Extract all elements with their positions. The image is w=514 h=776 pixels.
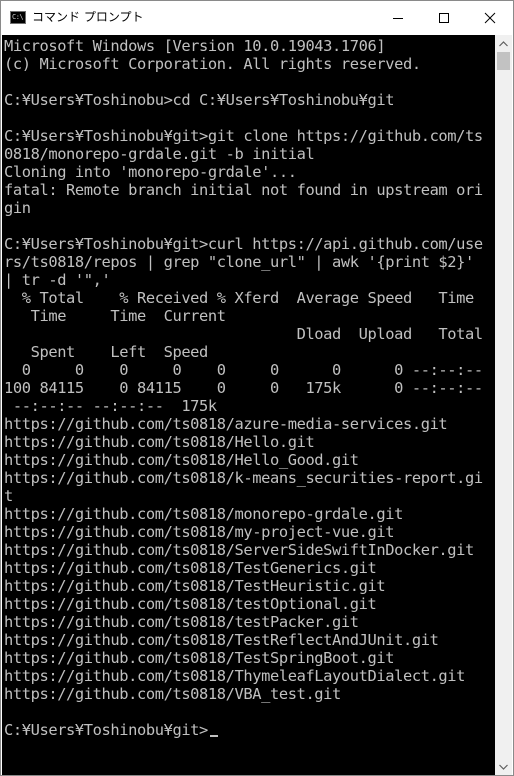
close-button[interactable] [467, 1, 513, 34]
scroll-up-arrow-icon [499, 40, 508, 46]
vertical-scrollbar[interactable] [495, 35, 512, 775]
console-line: --:--:-- --:--:-- 175k [4, 397, 217, 415]
console-line: C:¥Users¥Toshinobu¥git>curl https://api.… [4, 235, 483, 253]
console-line: https://github.com/ts0818/monorepo-grdal… [4, 505, 403, 523]
console-line: 0 0 0 0 0 0 0 0 --:--:-- [4, 361, 483, 379]
console-line: C:¥Users¥Toshinobu¥git> [4, 721, 208, 739]
scroll-up-button[interactable] [495, 35, 512, 52]
console-line: (c) Microsoft Corporation. All rights re… [4, 55, 421, 73]
console-line: Dload Upload Total [4, 325, 484, 343]
maximize-button[interactable] [421, 1, 467, 34]
minimize-button[interactable] [375, 1, 421, 34]
console-line: fatal: Remote branch initial not found i… [4, 181, 483, 199]
text-cursor [209, 735, 218, 737]
console-line: https://github.com/ts0818/ThymeleafLayou… [4, 667, 466, 685]
console-line: t [4, 487, 13, 505]
console-line: https://github.com/ts0818/testPacker.git [4, 613, 359, 631]
console-line: https://github.com/ts0818/TestHeuristic.… [4, 577, 386, 595]
console-line: 100 84115 0 84115 0 0 175k 0 --:--:-- [4, 379, 483, 397]
console-line: https://github.com/ts0818/Hello.git [4, 433, 315, 451]
console-line: gin [4, 199, 31, 217]
console-line: C:¥Users¥Toshinobu¥git>git clone https:/… [4, 127, 483, 145]
console-line: https://github.com/ts0818/TestSpringBoot… [4, 649, 395, 667]
console-line: https://github.com/ts0818/azure-media-se… [4, 415, 448, 433]
console-line: https://github.com/ts0818/Hello_Good.git [4, 451, 359, 469]
console-line: Cloning into 'monorepo-grdale'... [4, 163, 297, 181]
command-prompt-window: C:\ コマンド プロンプト Microsoft Windows [Versio… [0, 0, 514, 776]
console-line: https://github.com/ts0818/TestGenerics.g… [4, 559, 377, 577]
console-line: https://github.com/ts0818/testOptional.g… [4, 595, 377, 613]
scrollbar-thumb[interactable] [497, 52, 510, 70]
minimize-icon [393, 17, 403, 19]
cmd-icon[interactable]: C:\ [10, 11, 26, 24]
console-line: 0818/monorepo-grdale.git -b initial [4, 145, 315, 163]
cmd-icon-label: C:\ [12, 13, 24, 21]
scroll-down-arrow-icon [499, 764, 508, 770]
console-output[interactable]: Microsoft Windows [Version 10.0.19043.17… [2, 35, 495, 775]
maximize-icon [439, 12, 449, 23]
scroll-down-button[interactable] [495, 758, 512, 775]
console-line: https://github.com/ts0818/my-project-vue… [4, 523, 395, 541]
console-line: C:¥Users¥Toshinobu>cd C:¥Users¥Toshinobu… [4, 91, 395, 109]
console-line: rs/ts0818/repos | grep "clone_url" | awk… [4, 253, 474, 271]
console-line: Time Time Current [4, 307, 226, 325]
console-line: Microsoft Windows [Version 10.0.19043.17… [4, 37, 386, 55]
console-line: https://github.com/ts0818/VBA_test.git [4, 685, 341, 703]
console-line: Spent Left Speed [4, 343, 209, 361]
console-line: % Total % Received % Xferd Average Speed… [4, 289, 475, 307]
console-line: | tr -d '",' [4, 271, 111, 289]
close-icon [484, 12, 496, 23]
console-line: https://github.com/ts0818/TestReflectAnd… [4, 631, 439, 649]
console-line: https://github.com/ts0818/k-means_securi… [4, 469, 483, 487]
title-bar[interactable]: C:\ コマンド プロンプト [1, 1, 513, 34]
console-line: https://github.com/ts0818/ServerSideSwif… [4, 541, 474, 559]
window-title: コマンド プロンプト [32, 10, 144, 24]
